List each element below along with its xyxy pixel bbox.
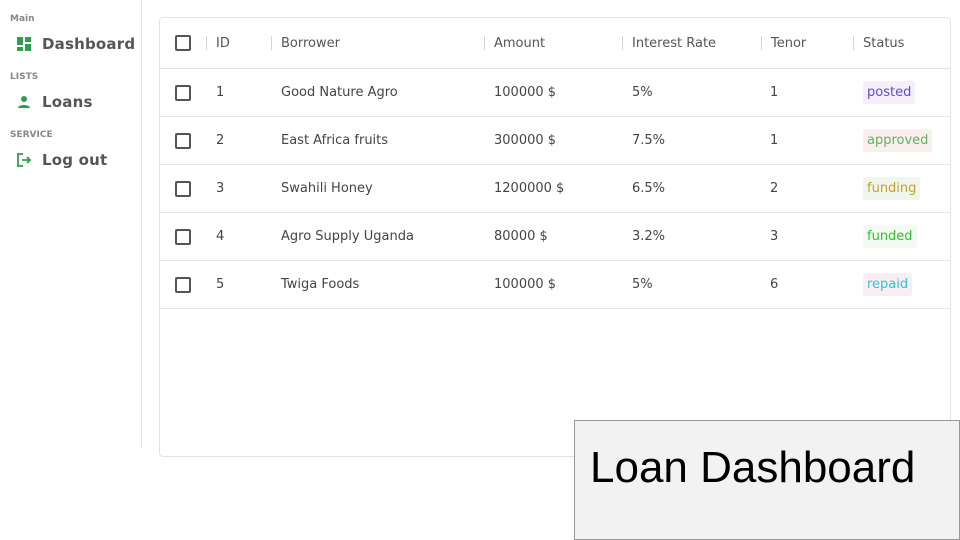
row-checkbox[interactable]: [175, 276, 191, 293]
section-title-main: Main: [10, 14, 35, 24]
row-checkbox[interactable]: [175, 132, 191, 149]
caption-title: Loan Dashboard: [590, 443, 916, 492]
column-header-amount[interactable]: Amount: [484, 18, 545, 68]
cell-tenor: 3: [770, 229, 779, 244]
loans-table: ID Borrower Amount Interest Rate Tenor S…: [159, 17, 951, 457]
sidebar-item-label: Loans: [42, 93, 93, 111]
status-badge: funding: [863, 177, 921, 200]
row-checkbox[interactable]: [175, 84, 191, 101]
sidebar: Main Dashboard LISTS Loans SERVICE Log o…: [0, 0, 142, 448]
cell-borrower: East Africa fruits: [281, 133, 389, 148]
cell-borrower: Twiga Foods: [281, 277, 360, 292]
cell-tenor: 6: [770, 277, 779, 292]
cell-id: 4: [216, 229, 225, 244]
cell-amount: 1200000 $: [494, 181, 565, 196]
cell-interest-rate: 6.5%: [632, 181, 666, 196]
section-title-lists: LISTS: [10, 72, 39, 82]
table-header: ID Borrower Amount Interest Rate Tenor S…: [160, 18, 950, 69]
cell-amount: 80000 $: [494, 229, 548, 244]
cell-tenor: 1: [770, 85, 779, 100]
column-header-interest-rate[interactable]: Interest Rate: [622, 18, 716, 68]
cell-amount: 100000 $: [494, 277, 557, 292]
column-header-id[interactable]: ID: [206, 18, 230, 68]
cell-amount: 100000 $: [494, 85, 557, 100]
sidebar-item-label: Log out: [42, 151, 108, 169]
select-all-checkbox[interactable]: [175, 35, 191, 51]
cell-tenor: 1: [770, 133, 779, 148]
section-title-service: SERVICE: [10, 130, 53, 140]
person-icon: [16, 94, 32, 110]
dashboard-icon: [16, 36, 32, 52]
column-header-status[interactable]: Status: [853, 18, 904, 68]
sidebar-item-label: Dashboard: [42, 35, 136, 53]
table-row[interactable]: 1 Good Nature Agro 100000 $ 5% 1 posted: [160, 69, 950, 117]
table-row[interactable]: 4 Agro Supply Uganda 80000 $ 3.2% 3 fund…: [160, 213, 950, 261]
cell-interest-rate: 5%: [632, 277, 653, 292]
column-header-tenor[interactable]: Tenor: [761, 18, 806, 68]
status-badge: approved: [863, 129, 933, 152]
row-checkbox[interactable]: [175, 228, 191, 245]
status-badge: posted: [863, 81, 916, 104]
logout-icon: [16, 152, 32, 168]
status-badge: repaid: [863, 273, 913, 296]
cell-borrower: Agro Supply Uganda: [281, 229, 414, 244]
cell-id: 1: [216, 85, 225, 100]
cell-id: 5: [216, 277, 225, 292]
cell-borrower: Swahili Honey: [281, 181, 373, 196]
sidebar-item-loans[interactable]: Loans: [16, 93, 93, 111]
column-header-borrower[interactable]: Borrower: [271, 18, 340, 68]
cell-interest-rate: 5%: [632, 85, 653, 100]
table-row[interactable]: 2 East Africa fruits 300000 $ 7.5% 1 app…: [160, 117, 950, 165]
cell-borrower: Good Nature Agro: [281, 85, 398, 100]
row-checkbox[interactable]: [175, 180, 191, 197]
sidebar-item-dashboard[interactable]: Dashboard: [16, 35, 135, 53]
sidebar-item-logout[interactable]: Log out: [16, 151, 107, 169]
cell-tenor: 2: [770, 181, 779, 196]
table-row[interactable]: 5 Twiga Foods 100000 $ 5% 6 repaid: [160, 261, 950, 309]
cell-id: 3: [216, 181, 225, 196]
cell-amount: 300000 $: [494, 133, 557, 148]
status-badge: funded: [863, 225, 917, 248]
caption-box: Loan Dashboard: [574, 420, 960, 540]
cell-interest-rate: 3.2%: [632, 229, 666, 244]
cell-interest-rate: 7.5%: [632, 133, 666, 148]
cell-id: 2: [216, 133, 225, 148]
table-row[interactable]: 3 Swahili Honey 1200000 $ 6.5% 2 funding: [160, 165, 950, 213]
